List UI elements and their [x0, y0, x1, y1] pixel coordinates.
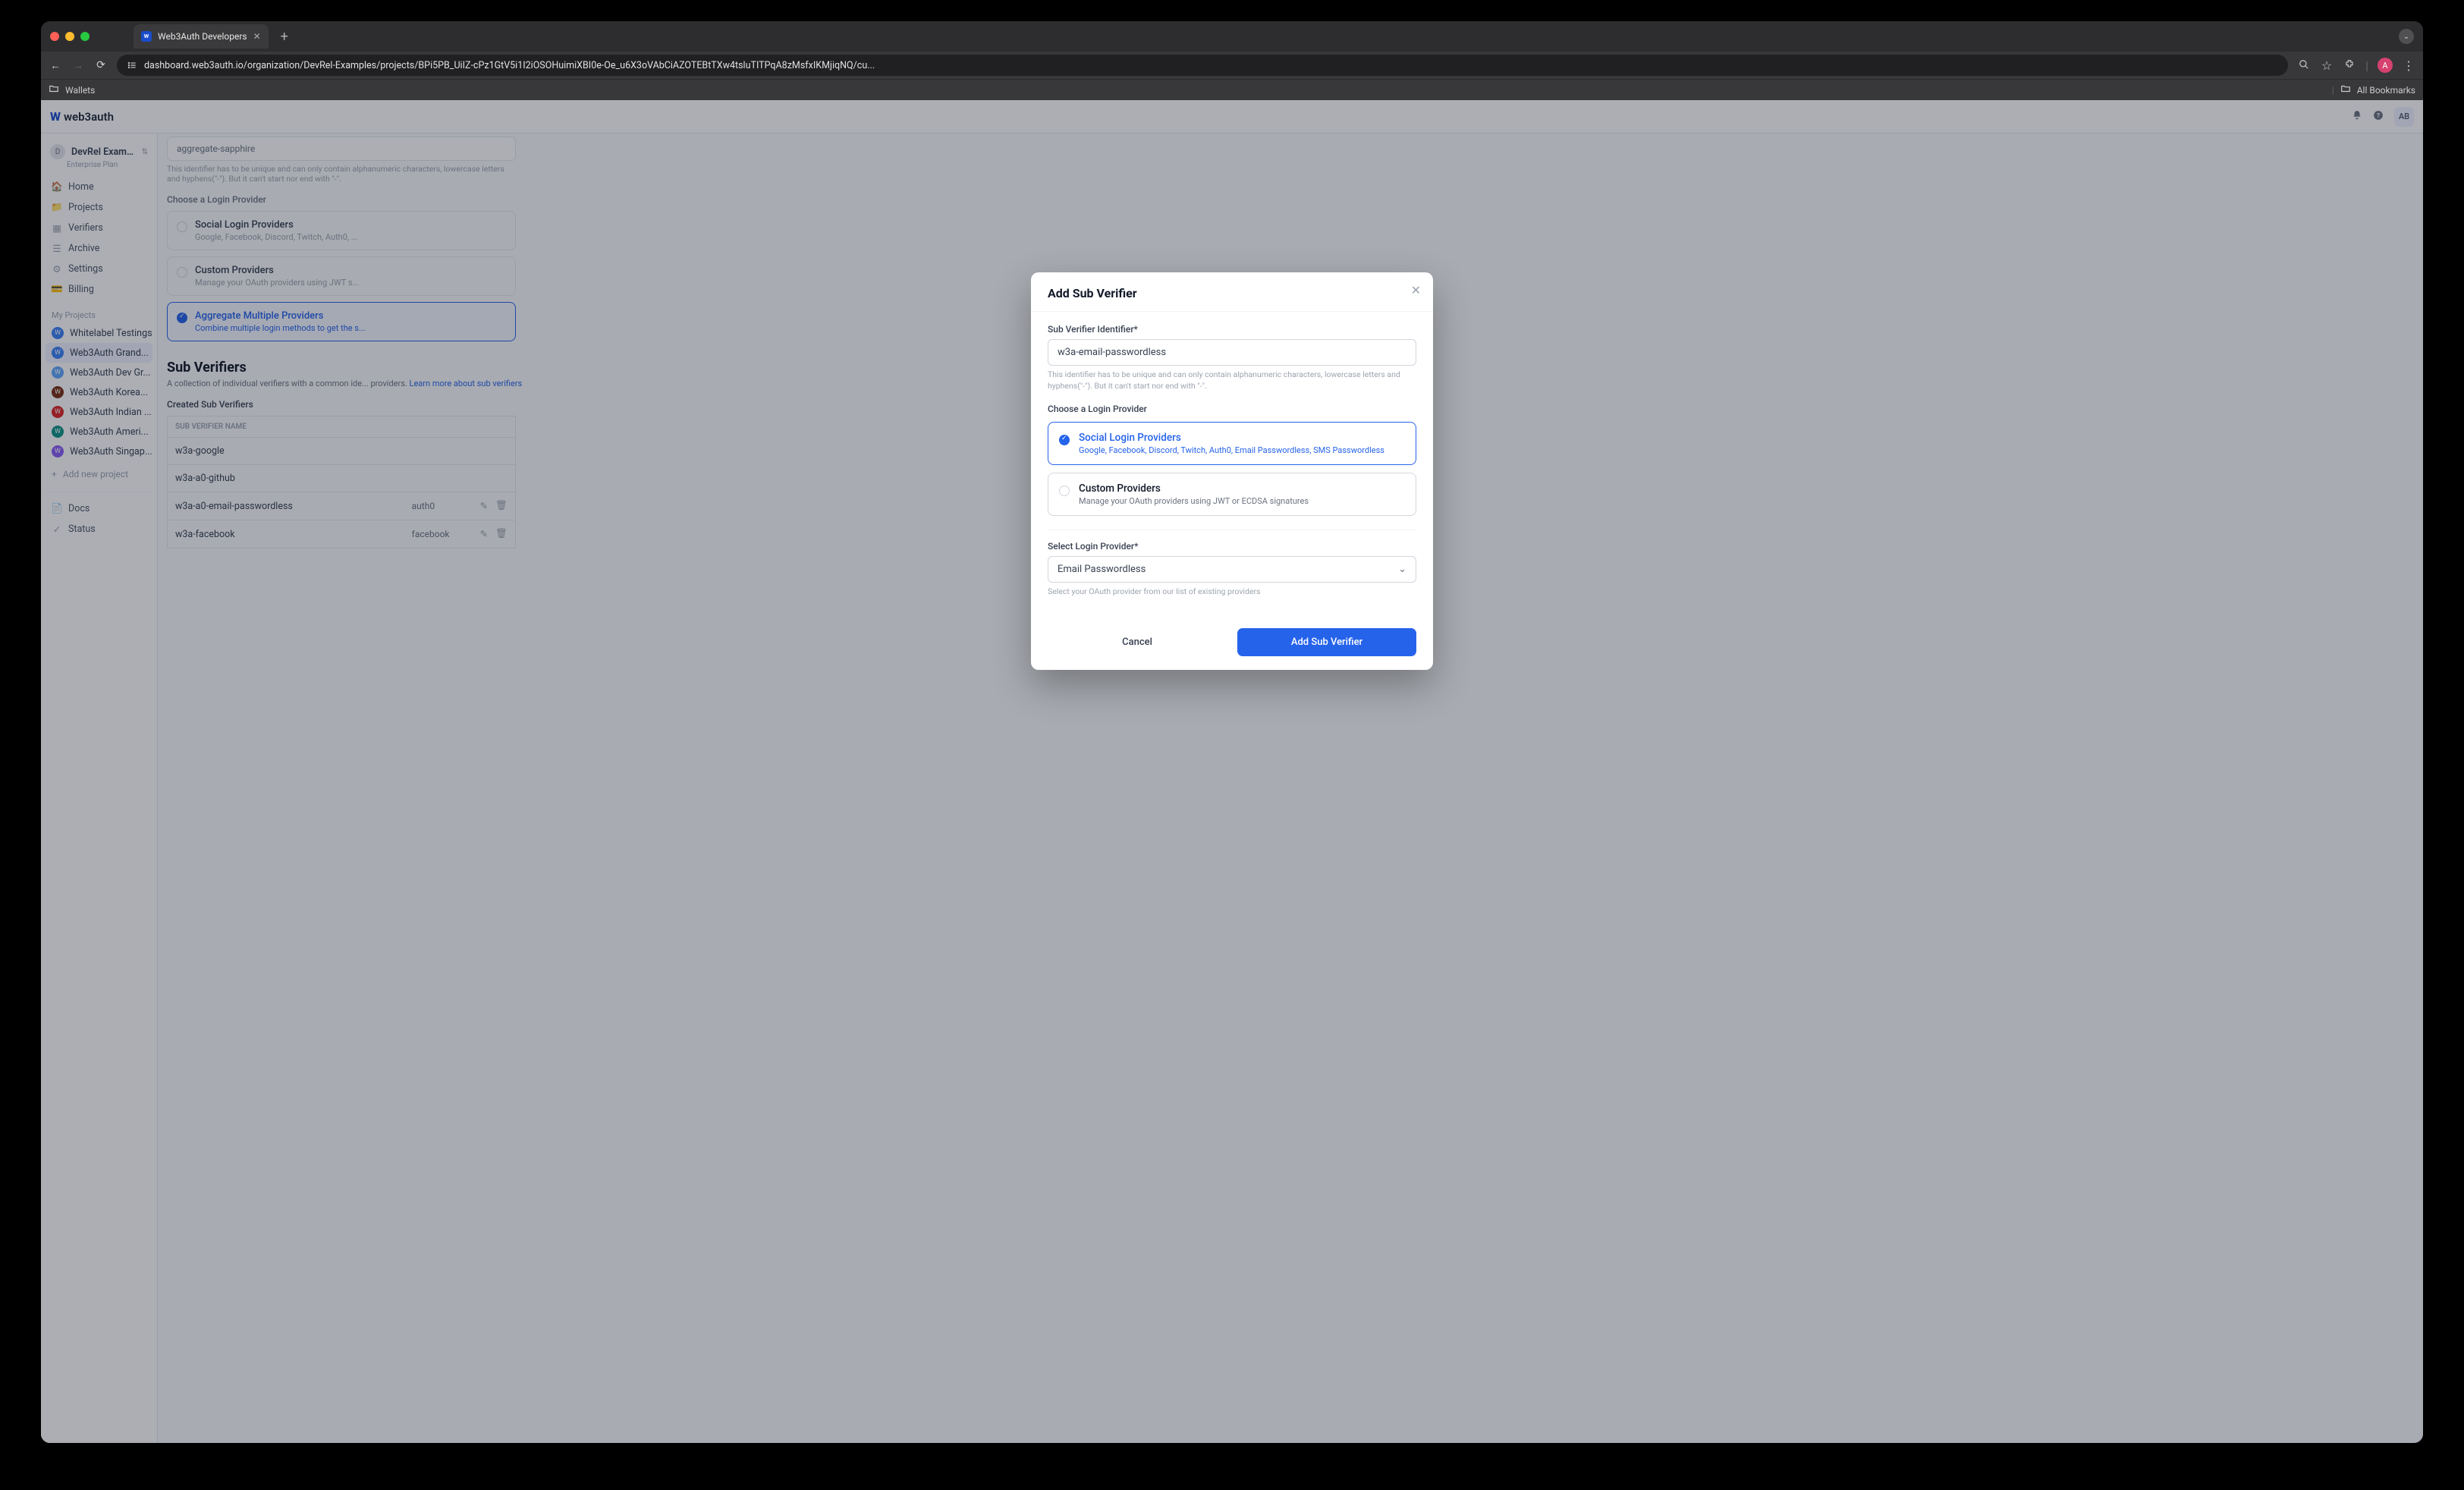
choose-label: Choose a Login Provider	[1048, 404, 1416, 414]
bookmark-star-icon[interactable]: ☆	[2320, 58, 2334, 73]
folder-icon	[2340, 83, 2351, 96]
tab-title: Web3Auth Developers	[158, 31, 247, 42]
login-provider-select[interactable]: Email Passwordless ⌄	[1048, 556, 1416, 583]
modal-provider-social[interactable]: Social Login ProvidersGoogle, Facebook, …	[1048, 422, 1416, 465]
forward-icon[interactable]: →	[71, 59, 85, 72]
close-window-icon[interactable]	[50, 32, 59, 41]
tab-favicon: w	[141, 31, 152, 42]
back-icon[interactable]: ←	[49, 59, 62, 72]
window-controls	[50, 32, 90, 41]
radio-icon	[1059, 486, 1070, 496]
url-text: dashboard.web3auth.io/organization/DevRe…	[144, 60, 2279, 71]
url-field[interactable]: dashboard.web3auth.io/organization/DevRe…	[117, 55, 2288, 76]
modal-title: Add Sub Verifier	[1048, 286, 1416, 300]
app-content: Wweb3auth ? AB D DevRel Exampl... ⇅	[41, 100, 2423, 1443]
radio-icon	[1059, 435, 1070, 445]
select-help: Select your OAuth provider from our list…	[1048, 586, 1416, 598]
menu-icon[interactable]: ⋮	[2402, 58, 2415, 73]
minimize-window-icon[interactable]	[65, 32, 74, 41]
folder-icon	[49, 83, 59, 96]
modal-provider-custom[interactable]: Custom ProvidersManage your OAuth provid…	[1048, 473, 1416, 516]
chevron-down-icon[interactable]: ⌄	[2399, 29, 2414, 44]
select-label: Select Login Provider*	[1048, 541, 1416, 552]
bookmarks-bar: Wallets | All Bookmarks	[41, 79, 2423, 100]
address-bar: ← → ⟳ dashboard.web3auth.io/organization…	[41, 52, 2423, 79]
id-help: This identifier has to be unique and can…	[1048, 369, 1416, 391]
maximize-window-icon[interactable]	[80, 32, 90, 41]
chevron-down-icon: ⌄	[1398, 564, 1406, 575]
cancel-button[interactable]: Cancel	[1048, 628, 1227, 656]
titlebar: w Web3Auth Developers ✕ + ⌄	[41, 21, 2423, 52]
add-sub-verifier-button[interactable]: Add Sub Verifier	[1237, 628, 1416, 656]
site-settings-icon[interactable]	[126, 59, 138, 71]
add-sub-verifier-modal: Add Sub Verifier ✕ Sub Verifier Identifi…	[1031, 272, 1433, 670]
browser-window: w Web3Auth Developers ✕ + ⌄ ← → ⟳ dashbo…	[41, 21, 2423, 1443]
new-tab-button[interactable]: +	[281, 29, 288, 45]
tab-close-icon[interactable]: ✕	[253, 31, 261, 42]
id-input[interactable]	[1048, 339, 1416, 366]
zoom-icon[interactable]	[2297, 58, 2311, 73]
profile-avatar[interactable]: A	[2378, 58, 2393, 73]
reload-icon[interactable]: ⟳	[94, 59, 108, 71]
browser-tab[interactable]: w Web3Auth Developers ✕	[134, 24, 269, 49]
bookmark-wallets[interactable]: Wallets	[65, 85, 95, 96]
all-bookmarks[interactable]: All Bookmarks	[2357, 85, 2415, 96]
extensions-icon[interactable]	[2343, 58, 2356, 73]
id-label: Sub Verifier Identifier*	[1048, 324, 1416, 335]
close-icon[interactable]: ✕	[1411, 283, 1421, 297]
